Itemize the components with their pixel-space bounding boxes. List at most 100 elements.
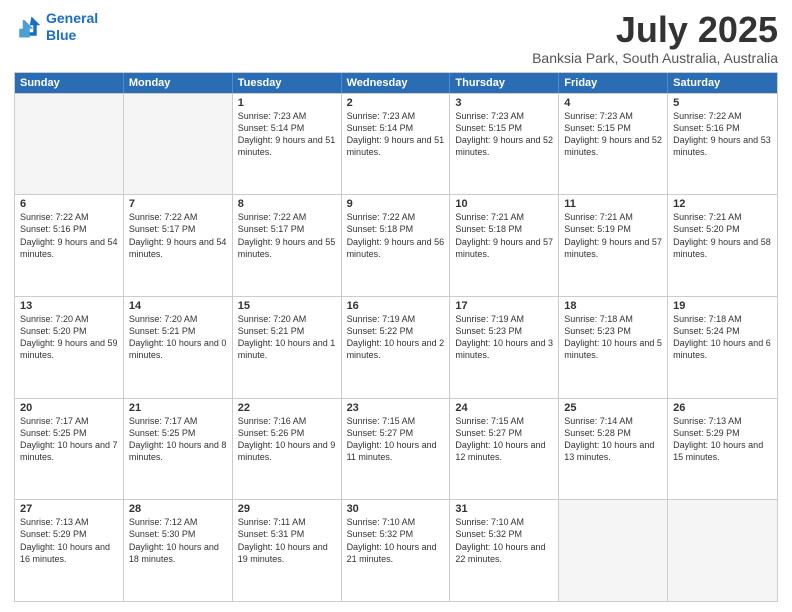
calendar-header: SundayMondayTuesdayWednesdayThursdayFrid…	[15, 73, 777, 93]
day-number: 30	[347, 503, 445, 515]
calendar-body: 1Sunrise: 7:23 AM Sunset: 5:14 PM Daylig…	[15, 93, 777, 601]
header: General Blue July 2025 Banksia Park, Sou…	[14, 10, 778, 66]
day-info: Sunrise: 7:10 AM Sunset: 5:32 PM Dayligh…	[347, 516, 445, 565]
calendar-cell: 24Sunrise: 7:15 AM Sunset: 5:27 PM Dayli…	[450, 399, 559, 500]
calendar-row-1: 6Sunrise: 7:22 AM Sunset: 5:16 PM Daylig…	[15, 194, 777, 296]
calendar-cell: 1Sunrise: 7:23 AM Sunset: 5:14 PM Daylig…	[233, 94, 342, 195]
day-number: 9	[347, 198, 445, 210]
weekday-header-wednesday: Wednesday	[342, 73, 451, 93]
day-info: Sunrise: 7:23 AM Sunset: 5:14 PM Dayligh…	[238, 110, 336, 159]
weekday-header-tuesday: Tuesday	[233, 73, 342, 93]
day-number: 6	[20, 198, 118, 210]
logo-text: General Blue	[46, 10, 98, 44]
page: General Blue July 2025 Banksia Park, Sou…	[0, 0, 792, 612]
calendar-cell: 9Sunrise: 7:22 AM Sunset: 5:18 PM Daylig…	[342, 195, 451, 296]
weekday-header-monday: Monday	[124, 73, 233, 93]
subtitle: Banksia Park, South Australia, Australia	[532, 50, 778, 66]
day-number: 10	[455, 198, 553, 210]
logo-icon	[14, 13, 42, 41]
calendar-cell: 31Sunrise: 7:10 AM Sunset: 5:32 PM Dayli…	[450, 500, 559, 601]
calendar-cell: 30Sunrise: 7:10 AM Sunset: 5:32 PM Dayli…	[342, 500, 451, 601]
weekday-header-thursday: Thursday	[450, 73, 559, 93]
calendar-cell: 20Sunrise: 7:17 AM Sunset: 5:25 PM Dayli…	[15, 399, 124, 500]
calendar-cell: 15Sunrise: 7:20 AM Sunset: 5:21 PM Dayli…	[233, 297, 342, 398]
day-number: 21	[129, 402, 227, 414]
day-number: 22	[238, 402, 336, 414]
day-number: 27	[20, 503, 118, 515]
calendar-cell: 19Sunrise: 7:18 AM Sunset: 5:24 PM Dayli…	[668, 297, 777, 398]
day-number: 12	[673, 198, 772, 210]
calendar-cell: 13Sunrise: 7:20 AM Sunset: 5:20 PM Dayli…	[15, 297, 124, 398]
day-info: Sunrise: 7:22 AM Sunset: 5:18 PM Dayligh…	[347, 211, 445, 260]
calendar-cell: 11Sunrise: 7:21 AM Sunset: 5:19 PM Dayli…	[559, 195, 668, 296]
day-info: Sunrise: 7:12 AM Sunset: 5:30 PM Dayligh…	[129, 516, 227, 565]
day-info: Sunrise: 7:23 AM Sunset: 5:15 PM Dayligh…	[455, 110, 553, 159]
calendar-row-0: 1Sunrise: 7:23 AM Sunset: 5:14 PM Daylig…	[15, 93, 777, 195]
calendar-cell: 7Sunrise: 7:22 AM Sunset: 5:17 PM Daylig…	[124, 195, 233, 296]
day-number: 1	[238, 97, 336, 109]
day-number: 7	[129, 198, 227, 210]
calendar-cell	[15, 94, 124, 195]
day-number: 19	[673, 300, 772, 312]
calendar-cell: 26Sunrise: 7:13 AM Sunset: 5:29 PM Dayli…	[668, 399, 777, 500]
calendar-cell: 29Sunrise: 7:11 AM Sunset: 5:31 PM Dayli…	[233, 500, 342, 601]
day-number: 24	[455, 402, 553, 414]
day-info: Sunrise: 7:23 AM Sunset: 5:14 PM Dayligh…	[347, 110, 445, 159]
day-info: Sunrise: 7:19 AM Sunset: 5:22 PM Dayligh…	[347, 313, 445, 362]
day-info: Sunrise: 7:18 AM Sunset: 5:23 PM Dayligh…	[564, 313, 662, 362]
calendar-cell: 4Sunrise: 7:23 AM Sunset: 5:15 PM Daylig…	[559, 94, 668, 195]
day-number: 28	[129, 503, 227, 515]
day-info: Sunrise: 7:16 AM Sunset: 5:26 PM Dayligh…	[238, 415, 336, 464]
day-number: 15	[238, 300, 336, 312]
logo: General Blue	[14, 10, 98, 44]
calendar: SundayMondayTuesdayWednesdayThursdayFrid…	[14, 72, 778, 602]
day-number: 25	[564, 402, 662, 414]
logo-blue: Blue	[46, 27, 76, 43]
calendar-cell: 18Sunrise: 7:18 AM Sunset: 5:23 PM Dayli…	[559, 297, 668, 398]
day-info: Sunrise: 7:15 AM Sunset: 5:27 PM Dayligh…	[347, 415, 445, 464]
calendar-cell: 25Sunrise: 7:14 AM Sunset: 5:28 PM Dayli…	[559, 399, 668, 500]
day-info: Sunrise: 7:23 AM Sunset: 5:15 PM Dayligh…	[564, 110, 662, 159]
day-number: 17	[455, 300, 553, 312]
weekday-header-saturday: Saturday	[668, 73, 777, 93]
day-number: 8	[238, 198, 336, 210]
calendar-cell: 3Sunrise: 7:23 AM Sunset: 5:15 PM Daylig…	[450, 94, 559, 195]
calendar-cell: 17Sunrise: 7:19 AM Sunset: 5:23 PM Dayli…	[450, 297, 559, 398]
calendar-cell: 10Sunrise: 7:21 AM Sunset: 5:18 PM Dayli…	[450, 195, 559, 296]
main-title: July 2025	[532, 10, 778, 50]
day-info: Sunrise: 7:21 AM Sunset: 5:20 PM Dayligh…	[673, 211, 772, 260]
calendar-cell: 23Sunrise: 7:15 AM Sunset: 5:27 PM Dayli…	[342, 399, 451, 500]
day-info: Sunrise: 7:18 AM Sunset: 5:24 PM Dayligh…	[673, 313, 772, 362]
day-info: Sunrise: 7:10 AM Sunset: 5:32 PM Dayligh…	[455, 516, 553, 565]
day-number: 4	[564, 97, 662, 109]
calendar-cell: 22Sunrise: 7:16 AM Sunset: 5:26 PM Dayli…	[233, 399, 342, 500]
logo-general: General	[46, 10, 98, 26]
calendar-cell	[559, 500, 668, 601]
calendar-cell: 27Sunrise: 7:13 AM Sunset: 5:29 PM Dayli…	[15, 500, 124, 601]
calendar-row-4: 27Sunrise: 7:13 AM Sunset: 5:29 PM Dayli…	[15, 499, 777, 601]
calendar-cell	[124, 94, 233, 195]
day-number: 3	[455, 97, 553, 109]
calendar-cell	[668, 500, 777, 601]
day-number: 11	[564, 198, 662, 210]
calendar-cell: 21Sunrise: 7:17 AM Sunset: 5:25 PM Dayli…	[124, 399, 233, 500]
day-info: Sunrise: 7:14 AM Sunset: 5:28 PM Dayligh…	[564, 415, 662, 464]
day-info: Sunrise: 7:15 AM Sunset: 5:27 PM Dayligh…	[455, 415, 553, 464]
calendar-cell: 2Sunrise: 7:23 AM Sunset: 5:14 PM Daylig…	[342, 94, 451, 195]
day-info: Sunrise: 7:22 AM Sunset: 5:16 PM Dayligh…	[673, 110, 772, 159]
day-number: 20	[20, 402, 118, 414]
day-number: 26	[673, 402, 772, 414]
day-info: Sunrise: 7:21 AM Sunset: 5:19 PM Dayligh…	[564, 211, 662, 260]
day-number: 29	[238, 503, 336, 515]
calendar-cell: 28Sunrise: 7:12 AM Sunset: 5:30 PM Dayli…	[124, 500, 233, 601]
day-info: Sunrise: 7:13 AM Sunset: 5:29 PM Dayligh…	[20, 516, 118, 565]
day-number: 31	[455, 503, 553, 515]
day-info: Sunrise: 7:20 AM Sunset: 5:21 PM Dayligh…	[238, 313, 336, 362]
day-info: Sunrise: 7:20 AM Sunset: 5:21 PM Dayligh…	[129, 313, 227, 362]
calendar-cell: 16Sunrise: 7:19 AM Sunset: 5:22 PM Dayli…	[342, 297, 451, 398]
weekday-header-sunday: Sunday	[15, 73, 124, 93]
day-info: Sunrise: 7:11 AM Sunset: 5:31 PM Dayligh…	[238, 516, 336, 565]
calendar-cell: 14Sunrise: 7:20 AM Sunset: 5:21 PM Dayli…	[124, 297, 233, 398]
day-number: 13	[20, 300, 118, 312]
calendar-cell: 6Sunrise: 7:22 AM Sunset: 5:16 PM Daylig…	[15, 195, 124, 296]
